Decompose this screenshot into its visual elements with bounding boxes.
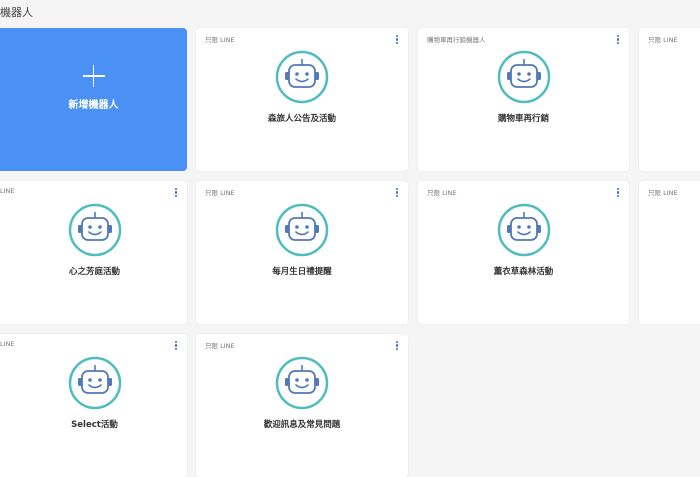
platform-tag: 購物車再行銷機器人 xyxy=(427,36,486,44)
kebab-menu-icon[interactable] xyxy=(395,341,399,353)
platform-tag: 只限 LINE xyxy=(648,36,678,44)
platform-tag: 只限 LINE xyxy=(205,189,235,197)
robot-name: 購物車再行銷 xyxy=(497,114,549,124)
robot-card[interactable]: 只限 LINE xyxy=(639,181,700,324)
robot-card[interactable]: 只限 LINE 薰衣草森林活動 xyxy=(418,181,629,324)
robot-card[interactable]: LINE 心之芳庭活動 xyxy=(0,181,187,324)
robot-card[interactable]: 只限 LINE xyxy=(639,28,700,171)
kebab-menu-icon[interactable] xyxy=(174,341,178,353)
platform-tag: 只限 LINE xyxy=(205,342,235,350)
platform-tag: 只限 LINE xyxy=(205,36,235,44)
robot-name: Select活動 xyxy=(71,420,118,430)
robot-name: 歡迎訊息及常見問題 xyxy=(263,420,341,430)
robot-name: 薰衣草森林活動 xyxy=(493,267,554,277)
kebab-menu-icon[interactable] xyxy=(174,188,178,200)
platform-tag: LINE xyxy=(0,340,15,348)
robot-name: 心之芳庭活動 xyxy=(68,267,120,277)
robot-avatar-icon xyxy=(68,356,122,410)
add-robot-card[interactable]: 新增機器人 xyxy=(0,28,187,171)
plus-icon xyxy=(82,65,105,87)
page-title: 機器人 xyxy=(0,6,33,19)
robot-name: 每月生日禮提醒 xyxy=(272,267,332,277)
robot-avatar-icon xyxy=(275,356,329,410)
add-robot-label: 新增機器人 xyxy=(68,100,119,111)
robot-avatar-icon xyxy=(68,203,122,257)
robot-card[interactable]: 只限 LINE 森旅人公告及活動 xyxy=(196,28,408,171)
kebab-menu-icon[interactable] xyxy=(395,188,399,200)
platform-tag: 只限 LINE xyxy=(427,189,457,197)
robot-avatar-icon xyxy=(497,50,550,104)
kebab-menu-icon[interactable] xyxy=(616,188,620,200)
robot-name: 森旅人公告及活動 xyxy=(267,114,336,124)
robot-avatar-icon xyxy=(497,203,550,257)
robot-card[interactable]: 購物車再行銷機器人 購物車再行銷 xyxy=(418,28,629,171)
robot-avatar-icon xyxy=(275,50,329,104)
robot-card[interactable]: 只限 LINE 每月生日禮提醒 xyxy=(196,181,408,324)
platform-tag: 只限 LINE xyxy=(648,189,678,197)
platform-tag: LINE xyxy=(0,187,15,195)
robot-avatar-icon xyxy=(275,203,329,257)
kebab-menu-icon[interactable] xyxy=(395,35,399,47)
kebab-menu-icon[interactable] xyxy=(616,35,620,47)
